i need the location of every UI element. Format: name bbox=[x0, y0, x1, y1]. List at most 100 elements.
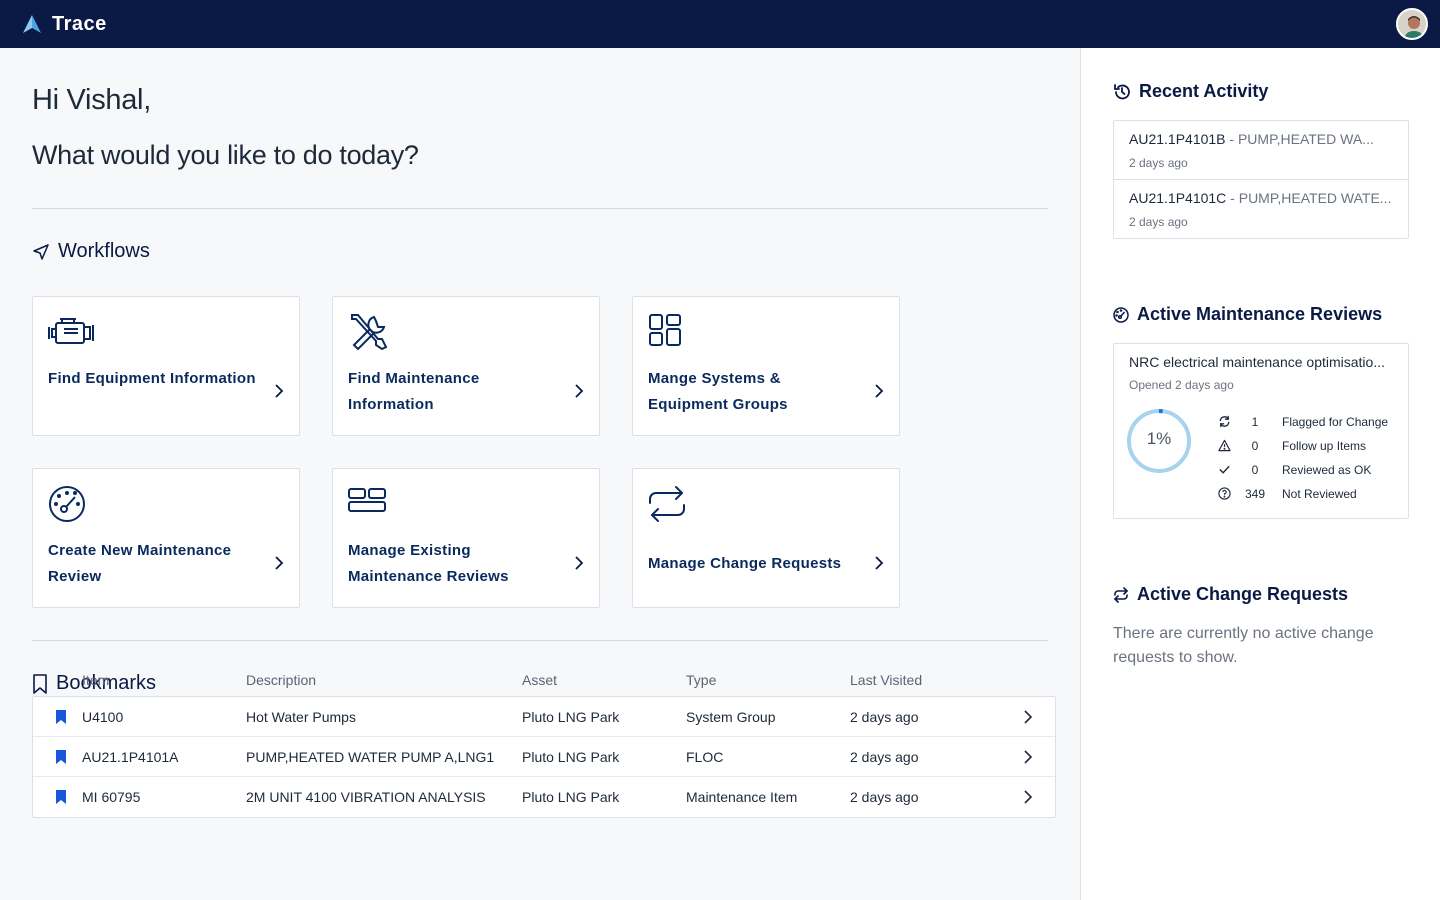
cell-description: Hot Water Pumps bbox=[246, 709, 356, 725]
user-avatar-icon bbox=[1398, 10, 1426, 38]
history-icon bbox=[1114, 83, 1130, 99]
table-row[interactable]: AU21.1P4101A PUMP,HEATED WATER PUMP A,LN… bbox=[33, 737, 1055, 777]
chevron-right-icon bbox=[875, 384, 884, 398]
cell-asset: Pluto LNG Park bbox=[522, 789, 620, 805]
refresh-icon bbox=[1219, 415, 1230, 428]
workflow-card-manage-reviews[interactable]: Manage Existing Maintenance Reviews bbox=[332, 468, 600, 608]
chevron-right-icon bbox=[275, 556, 284, 570]
active-reviews-title: Active Maintenance Reviews bbox=[1137, 304, 1383, 324]
workflow-card-find-maintenance[interactable]: Find Maintenance Information bbox=[332, 296, 600, 436]
active-change-requests-heading: Active Change Requests bbox=[1113, 584, 1348, 605]
stat-count: 0 bbox=[1251, 463, 1259, 477]
bookmark-filled-icon[interactable] bbox=[55, 749, 67, 765]
recent-activity-title: Recent Activity bbox=[1139, 81, 1269, 101]
cell-type: System Group bbox=[686, 709, 776, 725]
top-bar: Trace bbox=[0, 0, 1440, 48]
workflow-card-label: Create New Maintenance Review bbox=[48, 542, 232, 585]
workflow-card-label: Find Equipment Information bbox=[48, 370, 256, 387]
engine-icon bbox=[48, 318, 94, 344]
stat-reviewed-ok: 0 Reviewed as OK bbox=[1218, 462, 1408, 478]
stat-count: 349 bbox=[1244, 487, 1266, 501]
bookmark-filled-icon[interactable] bbox=[55, 789, 67, 805]
column-header-item[interactable]: Item bbox=[82, 672, 109, 688]
cell-asset: Pluto LNG Park bbox=[522, 749, 620, 765]
stat-count: 1 bbox=[1251, 415, 1259, 429]
stat-label: Follow up Items bbox=[1282, 439, 1367, 453]
workflows-heading: Workflows bbox=[32, 240, 150, 263]
review-opened: Opened 2 days ago bbox=[1129, 378, 1234, 392]
avatar[interactable] bbox=[1396, 8, 1428, 40]
question-icon bbox=[1218, 487, 1231, 500]
gauge-small-icon bbox=[1113, 306, 1129, 323]
cell-type: Maintenance Item bbox=[686, 789, 798, 805]
bookmark-filled-icon[interactable] bbox=[55, 709, 67, 725]
recent-activity-list: AU21.1P4101B - PUMP,HEATED WA... 2 days … bbox=[1113, 120, 1409, 239]
workflow-card-manage-change-requests[interactable]: Manage Change Requests bbox=[632, 468, 900, 608]
app-name: Trace bbox=[52, 12, 107, 35]
stat-label: Flagged for Change bbox=[1282, 415, 1389, 429]
chevron-right-icon bbox=[575, 556, 584, 570]
empty-state-text: There are currently no active change req… bbox=[1113, 625, 1374, 666]
send-icon bbox=[33, 243, 49, 260]
chevron-right-icon[interactable] bbox=[1023, 790, 1033, 804]
divider bbox=[32, 640, 1048, 641]
active-change-requests-title: Active Change Requests bbox=[1137, 584, 1349, 604]
cell-last-visited: 2 days ago bbox=[850, 789, 919, 805]
cell-type: FLOC bbox=[686, 749, 724, 765]
workflow-card-label: Find Maintenance Information bbox=[348, 370, 480, 413]
workflow-card-create-review[interactable]: Create New Maintenance Review bbox=[32, 468, 300, 608]
chevron-right-icon bbox=[575, 384, 584, 398]
progress-label: 1% bbox=[1146, 429, 1172, 448]
workflow-card-find-equipment[interactable]: Find Equipment Information bbox=[32, 296, 300, 436]
activity-time: 2 days ago bbox=[1129, 215, 1188, 229]
page-question: What would you like to do today? bbox=[32, 140, 419, 170]
swap-small-icon bbox=[1114, 586, 1128, 603]
review-card[interactable]: NRC electrical maintenance optimisatio..… bbox=[1113, 343, 1409, 519]
activity-time: 2 days ago bbox=[1129, 156, 1188, 170]
warning-icon bbox=[1218, 439, 1231, 452]
cell-last-visited: 2 days ago bbox=[850, 749, 919, 765]
column-header-description[interactable]: Description bbox=[246, 672, 316, 688]
review-name: NRC electrical maintenance optimisatio..… bbox=[1129, 354, 1385, 370]
stat-not-reviewed: 349 Not Reviewed bbox=[1218, 486, 1408, 502]
layout-icon bbox=[348, 488, 386, 512]
stat-follow-up: 0 Follow up Items bbox=[1218, 438, 1408, 454]
bookmark-outline-icon bbox=[33, 673, 47, 694]
chevron-right-icon bbox=[875, 556, 884, 570]
cell-last-visited: 2 days ago bbox=[850, 709, 919, 725]
chevron-right-icon[interactable] bbox=[1023, 750, 1033, 764]
activity-description: - PUMP,HEATED WA... bbox=[1225, 131, 1374, 147]
trace-logo-icon bbox=[23, 15, 41, 33]
stat-flagged: 1 Flagged for Change bbox=[1218, 414, 1408, 430]
workflow-card-label: Mange Systems & Equipment Groups bbox=[648, 370, 788, 413]
chevron-right-icon bbox=[275, 384, 284, 398]
app-logo[interactable]: Trace bbox=[22, 13, 107, 36]
check-icon bbox=[1219, 465, 1230, 474]
tools-icon bbox=[351, 314, 388, 351]
workflow-card-label: Manage Change Requests bbox=[648, 555, 842, 572]
cell-description: PUMP,HEATED WATER PUMP A,LNG1 bbox=[246, 749, 495, 765]
cell-asset: Pluto LNG Park bbox=[522, 709, 620, 725]
workflow-card-manage-systems[interactable]: Mange Systems & Equipment Groups bbox=[632, 296, 900, 436]
cell-description: 2M UNIT 4100 VIBRATION ANALYSIS bbox=[246, 789, 486, 805]
stat-label: Reviewed as OK bbox=[1282, 463, 1372, 477]
column-header-type[interactable]: Type bbox=[686, 672, 716, 688]
recent-activity-heading: Recent Activity bbox=[1113, 81, 1268, 102]
table-row[interactable]: U4100 Hot Water Pumps Pluto LNG Park Sys… bbox=[33, 697, 1055, 737]
column-header-asset[interactable]: Asset bbox=[522, 672, 557, 688]
stat-label: Not Reviewed bbox=[1282, 487, 1357, 501]
gauge-icon bbox=[49, 486, 85, 522]
right-sidebar: Recent Activity AU21.1P4101B - PUMP,HEAT… bbox=[1080, 48, 1440, 900]
table-row[interactable]: MI 60795 2M UNIT 4100 VIBRATION ANALYSIS… bbox=[33, 777, 1055, 817]
swap-icon bbox=[649, 486, 685, 522]
chevron-right-icon[interactable] bbox=[1023, 710, 1033, 724]
grid-icon bbox=[649, 314, 681, 346]
list-item[interactable]: AU21.1P4101B - PUMP,HEATED WA... 2 days … bbox=[1114, 121, 1408, 180]
workflows-title: Workflows bbox=[58, 240, 150, 262]
list-item[interactable]: AU21.1P4101C - PUMP,HEATED WATE... 2 day… bbox=[1114, 180, 1408, 239]
column-header-last-visited[interactable]: Last Visited bbox=[850, 672, 922, 688]
activity-code: AU21.1P4101B bbox=[1129, 131, 1226, 147]
workflow-card-label: Manage Existing Maintenance Reviews bbox=[348, 542, 509, 585]
active-reviews-heading: Active Maintenance Reviews bbox=[1113, 304, 1382, 325]
activity-code: AU21.1P4101C bbox=[1129, 190, 1227, 206]
